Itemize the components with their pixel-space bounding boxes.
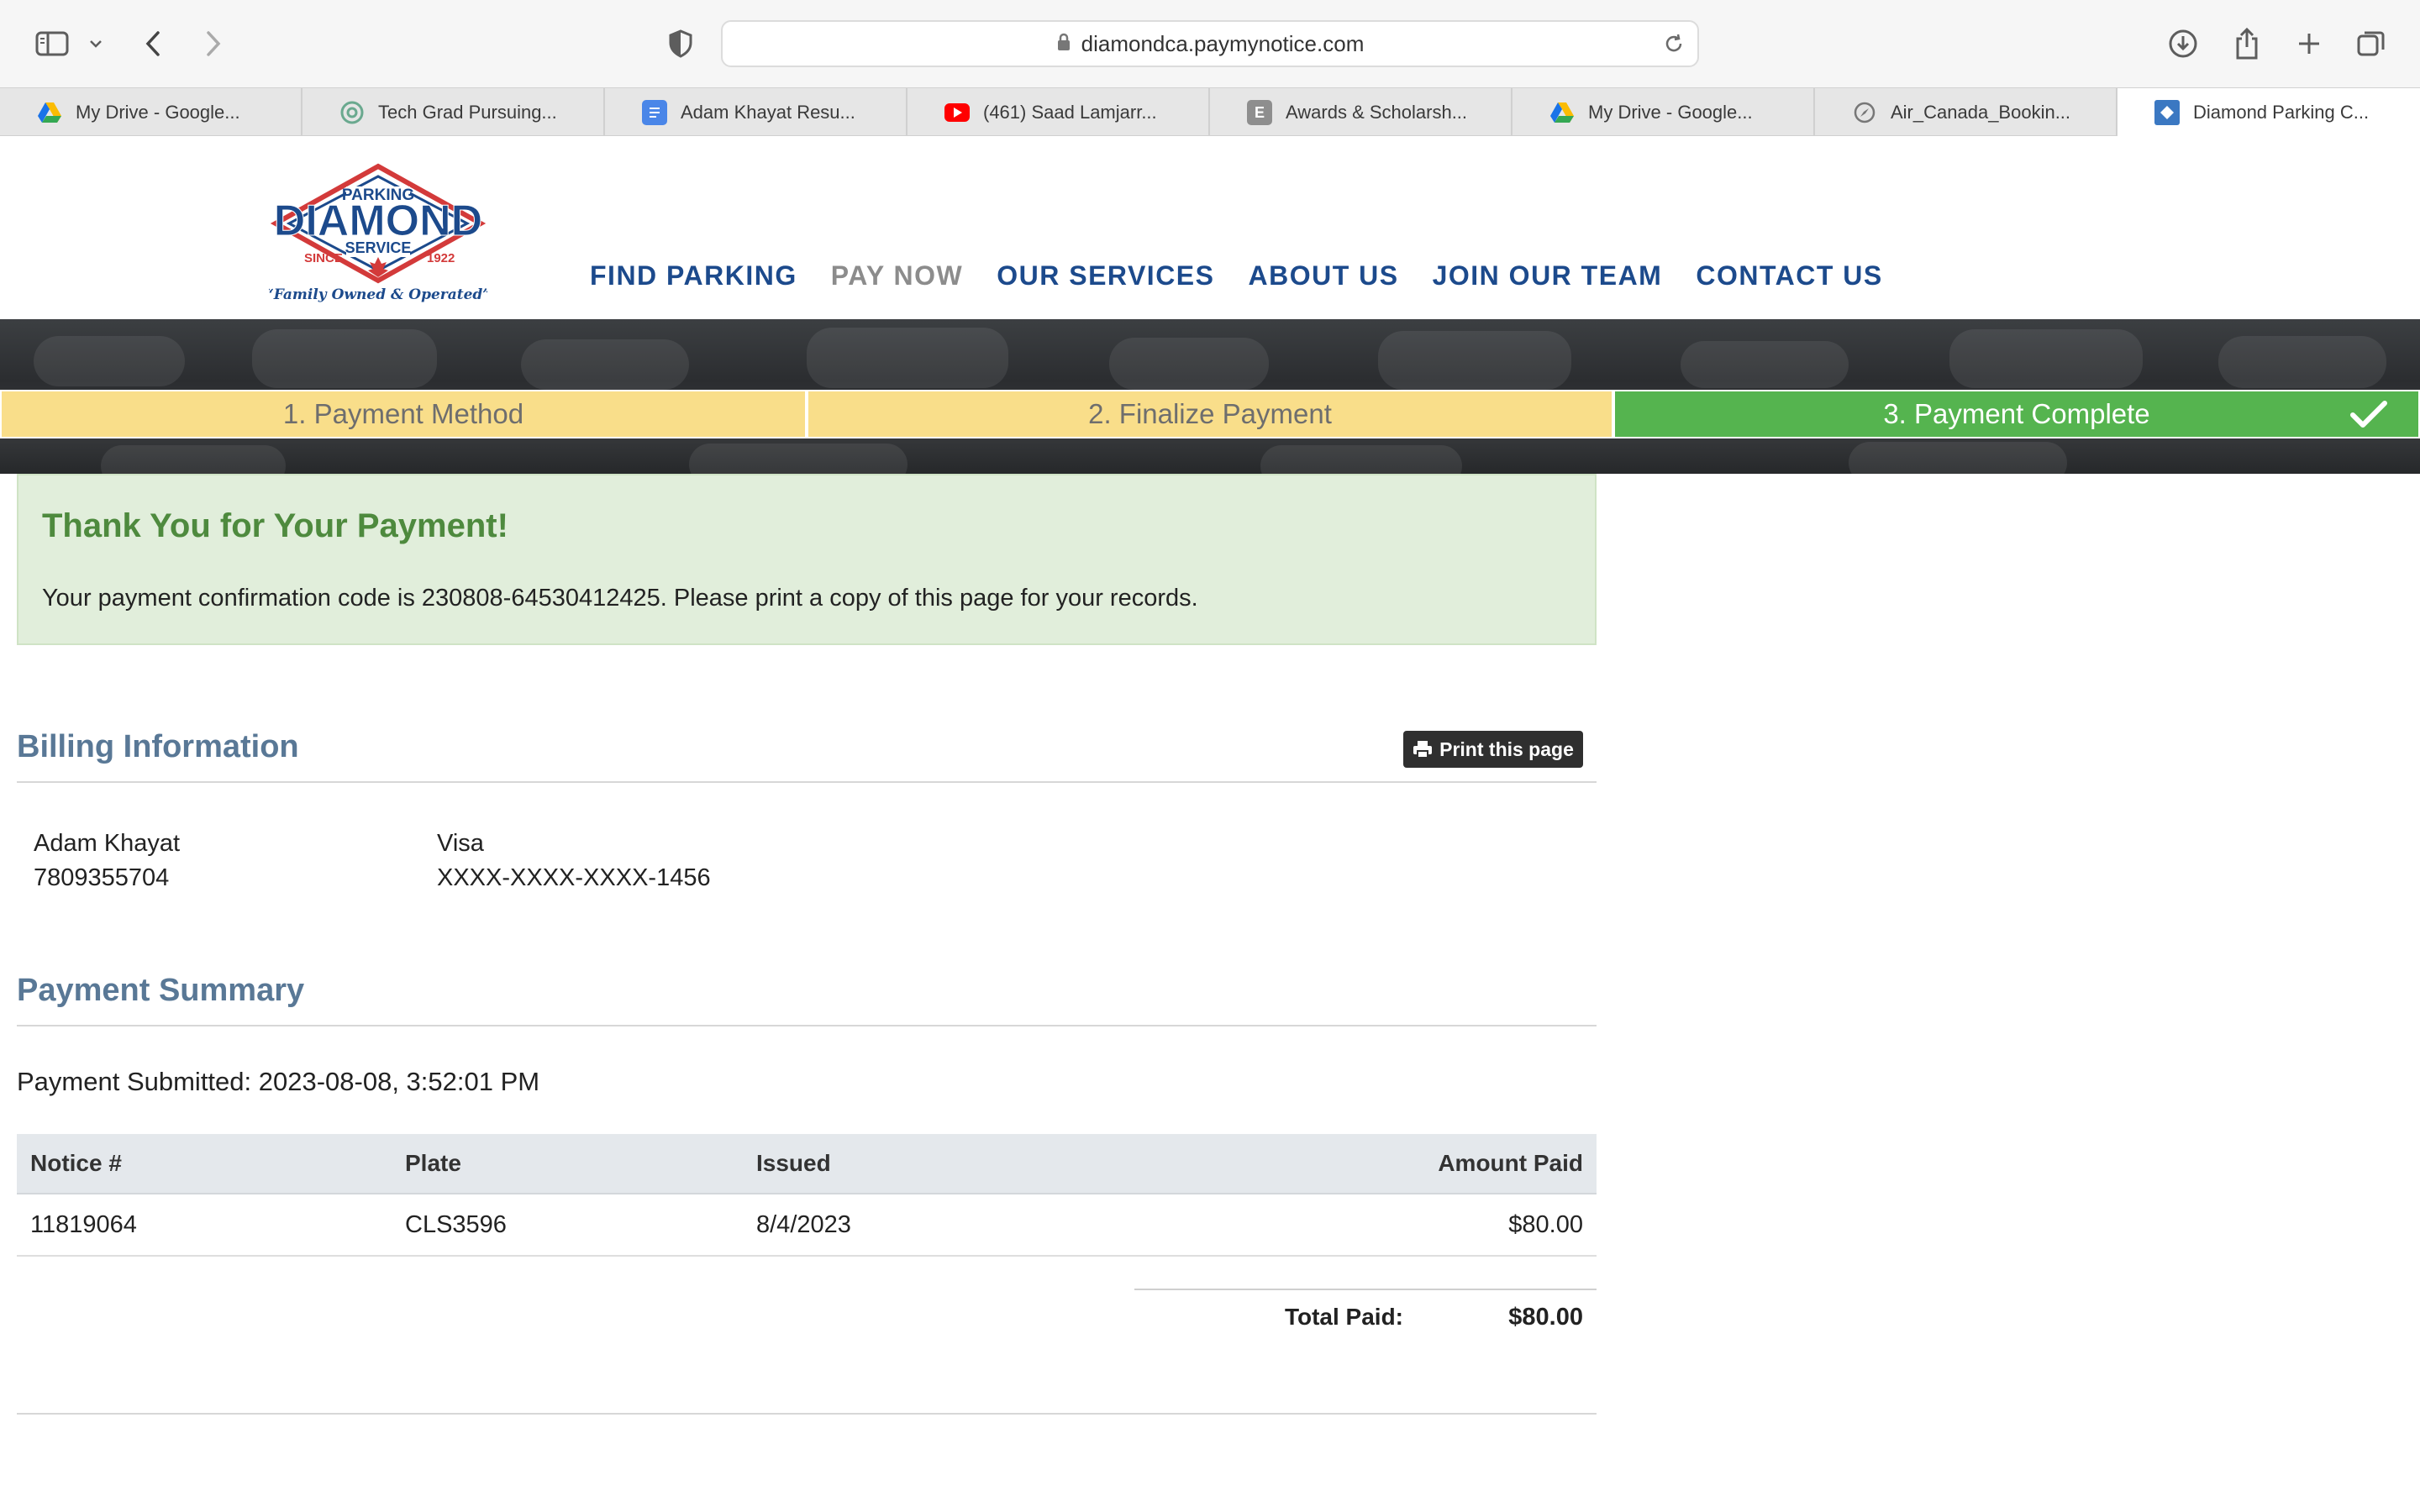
cell-notice: 11819064 xyxy=(30,1210,137,1238)
tab-label: Awards & Scholarsh... xyxy=(1286,102,1468,123)
tab-tech-grad[interactable]: Tech Grad Pursuing... xyxy=(302,88,605,137)
tab-label: Air_Canada_Bookin... xyxy=(1891,102,2071,123)
tab-air-canada[interactable]: Air_Canada_Bookin... xyxy=(1815,88,2118,137)
step-label: 3. Payment Complete xyxy=(1883,398,2150,429)
printer-icon xyxy=(1413,741,1433,759)
billing-section-title: Billing Information xyxy=(17,729,299,764)
google-drive-icon xyxy=(1549,100,1575,125)
cell-amount-paid: $80.00 xyxy=(1508,1210,1583,1238)
e-letter-icon: E xyxy=(1247,100,1272,125)
logo-year-text: 1922 xyxy=(427,251,455,265)
nav-find-parking[interactable]: FIND PARKING xyxy=(590,260,797,291)
share-icon[interactable] xyxy=(2230,22,2264,66)
step-payment-complete: 3. Payment Complete xyxy=(1613,390,2420,438)
nav-join-our-team[interactable]: JOIN OUR TEAM xyxy=(1433,260,1663,291)
lock-icon xyxy=(1056,32,1071,56)
tab-my-drive-1[interactable]: My Drive - Google... xyxy=(0,88,302,137)
forward-icon[interactable] xyxy=(198,22,229,66)
billing-phone: 7809355704 xyxy=(34,864,170,891)
payment-table: Notice # Plate Issued Amount Paid 118190… xyxy=(17,1134,1597,1257)
billing-name: Adam Khayat xyxy=(34,830,181,857)
table-row: 11819064 CLS3596 8/4/2023 $80.00 xyxy=(17,1194,1597,1257)
tab-resume-doc[interactable]: Adam Khayat Resu... xyxy=(605,88,908,137)
billing-divider xyxy=(17,781,1597,783)
logo-since-text: SINCE xyxy=(304,251,343,265)
col-notice: Notice # xyxy=(30,1150,122,1176)
chatgpt-icon xyxy=(339,100,365,125)
col-issued: Issued xyxy=(756,1150,831,1176)
address-bar[interactable]: diamondca.paymynotice.com xyxy=(721,20,1699,67)
nav-pay-now[interactable]: PAY NOW xyxy=(831,260,964,291)
new-tab-icon[interactable] xyxy=(2292,22,2326,66)
nav-about-us[interactable]: ABOUT US xyxy=(1248,260,1398,291)
tab-youtube[interactable]: (461) Saad Lamjarr... xyxy=(908,88,1210,137)
checkmark-icon xyxy=(2349,400,2388,437)
step-payment-method: 1. Payment Method xyxy=(0,390,807,438)
downloads-icon[interactable] xyxy=(2166,22,2200,66)
tab-label: My Drive - Google... xyxy=(1588,102,1753,123)
summary-divider xyxy=(17,1025,1597,1026)
tab-awards[interactable]: E Awards & Scholarsh... xyxy=(1210,88,1512,137)
confirmation-title: Thank You for Your Payment! xyxy=(42,507,508,544)
tab-bar: My Drive - Google... Tech Grad Pursuing.… xyxy=(0,87,2420,137)
bottom-divider xyxy=(17,1413,1597,1415)
diamond-parking-logo[interactable]: PARKING DIAMOND SERVICE SINCE 1922 “Fami… xyxy=(266,163,491,306)
card-number: XXXX-XXXX-XXXX-1456 xyxy=(437,864,711,891)
logo-service-text: SERVICE xyxy=(345,239,412,256)
total-paid-value: $80.00 xyxy=(1508,1304,1583,1331)
col-plate: Plate xyxy=(405,1150,461,1176)
summary-section-title: Payment Summary xyxy=(17,973,305,1008)
privacy-shield-icon[interactable] xyxy=(666,22,696,66)
sidebar-toggle-icon[interactable] xyxy=(32,22,72,66)
step-finalize-payment: 2. Finalize Payment xyxy=(807,390,1613,438)
nav-our-services[interactable]: OUR SERVICES xyxy=(997,260,1214,291)
billing-card: Visa XXXX-XXXX-XXXX-1456 xyxy=(437,827,711,895)
cell-issued: 8/4/2023 xyxy=(756,1210,851,1238)
step-label: 1. Payment Method xyxy=(282,398,524,429)
google-docs-icon xyxy=(642,100,667,125)
tab-label: (461) Saad Lamjarr... xyxy=(983,102,1157,123)
logo-diamond-text: DIAMOND xyxy=(274,197,482,245)
table-header: Notice # Plate Issued Amount Paid xyxy=(17,1134,1597,1194)
print-button-label: Print this page xyxy=(1439,738,1574,760)
chevron-down-icon[interactable] xyxy=(86,22,106,66)
payment-steps: 1. Payment Method 2. Finalize Payment 3.… xyxy=(0,390,2420,438)
tab-label: Adam Khayat Resu... xyxy=(681,102,855,123)
col-amount-paid: Amount Paid xyxy=(1438,1150,1583,1176)
site-header: PARKING DIAMOND SERVICE SINCE 1922 “Fami… xyxy=(0,136,2420,319)
total-divider xyxy=(1134,1289,1597,1290)
tab-label: Tech Grad Pursuing... xyxy=(378,102,557,123)
address-url: diamondca.paymynotice.com xyxy=(1081,30,1365,56)
diamond-parking-icon xyxy=(2154,100,2180,125)
billing-contact: Adam Khayat 7809355704 xyxy=(34,827,180,895)
compass-icon xyxy=(1852,100,1877,125)
step-label: 2. Finalize Payment xyxy=(1088,398,1332,429)
payment-submitted: Payment Submitted: 2023-08-08, 3:52:01 P… xyxy=(17,1067,540,1096)
card-type: Visa xyxy=(437,830,484,857)
tab-my-drive-2[interactable]: My Drive - Google... xyxy=(1512,88,1815,137)
confirmation-text: Your payment confirmation code is 230808… xyxy=(42,585,1198,612)
confirmation-alert: Thank You for Your Payment! Your payment… xyxy=(17,474,1597,645)
tab-diamond-parking[interactable]: Diamond Parking C... xyxy=(2118,88,2420,137)
nav-contact-us[interactable]: CONTACT US xyxy=(1696,260,1882,291)
google-drive-icon xyxy=(37,100,62,125)
tab-label: Diamond Parking C... xyxy=(2193,102,2370,123)
reload-icon[interactable] xyxy=(1662,32,1686,60)
cell-plate: CLS3596 xyxy=(405,1210,507,1238)
browser-toolbar: diamondca.paymynotice.com xyxy=(0,0,2420,87)
back-icon[interactable] xyxy=(138,22,168,66)
logo-tagline-text: “Family Owned & Operated” xyxy=(269,286,487,303)
tab-label: My Drive - Google... xyxy=(76,102,240,123)
main-nav: FIND PARKING PAY NOW OUR SERVICES ABOUT … xyxy=(590,260,1917,291)
total-paid-label: Total Paid: xyxy=(1284,1304,1403,1330)
youtube-icon xyxy=(944,103,970,122)
print-button[interactable]: Print this page xyxy=(1403,731,1583,768)
tab-overview-icon[interactable] xyxy=(2354,22,2388,66)
